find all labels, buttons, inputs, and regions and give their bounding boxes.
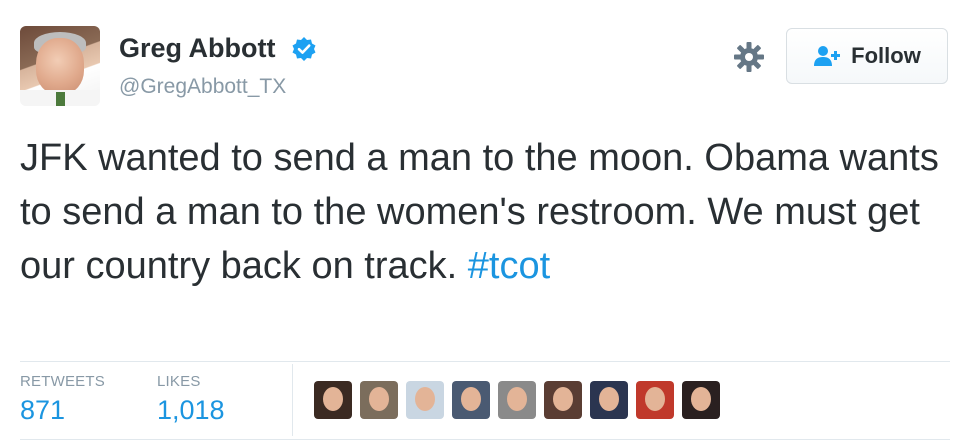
stats-divider-bottom xyxy=(20,439,950,440)
liker-avatar-1[interactable] xyxy=(314,381,352,419)
liker-avatar-7[interactable] xyxy=(590,381,628,419)
liker-face xyxy=(323,387,343,411)
liker-avatar-2[interactable] xyxy=(360,381,398,419)
liker-avatar-3[interactable] xyxy=(406,381,444,419)
stats-divider-top xyxy=(20,361,950,362)
avatar-tie xyxy=(56,92,65,106)
stats-separator xyxy=(292,364,293,436)
follow-button[interactable]: Follow xyxy=(786,28,948,84)
author-avatar[interactable] xyxy=(20,26,100,106)
liker-face xyxy=(691,387,711,411)
liker-avatar-5[interactable] xyxy=(498,381,536,419)
liker-face xyxy=(507,387,527,411)
add-user-icon xyxy=(814,46,841,66)
tweet-card: Greg Abbott @GregAbbott_TX Follow JFK wa… xyxy=(0,0,980,442)
liker-face xyxy=(369,387,389,411)
liker-avatar-9[interactable] xyxy=(682,381,720,419)
likes-count: 1,018 xyxy=(157,395,225,425)
retweets-stat[interactable]: RETWEETS 871 xyxy=(20,373,105,426)
author-name[interactable]: Greg Abbott xyxy=(119,33,275,64)
liker-avatar-8[interactable] xyxy=(636,381,674,419)
gear-icon[interactable] xyxy=(733,41,765,73)
retweets-count: 871 xyxy=(20,395,66,425)
follow-button-label: Follow xyxy=(851,43,921,68)
retweets-label: RETWEETS xyxy=(20,373,105,390)
hashtag-link[interactable]: #tcot xyxy=(468,245,550,287)
liker-avatars xyxy=(314,381,720,419)
likes-label: LIKES xyxy=(157,373,201,390)
liker-face xyxy=(461,387,481,411)
liker-face xyxy=(645,387,665,411)
liker-face xyxy=(553,387,573,411)
tweet-text: JFK wanted to send a man to the moon. Ob… xyxy=(20,131,950,293)
author-handle[interactable]: @GregAbbott_TX xyxy=(119,75,286,99)
liker-avatar-4[interactable] xyxy=(452,381,490,419)
likes-stat[interactable]: LIKES 1,018 xyxy=(157,373,225,426)
avatar-face xyxy=(36,38,84,94)
liker-face xyxy=(415,387,435,411)
verified-badge-icon xyxy=(292,37,316,61)
liker-face xyxy=(599,387,619,411)
liker-avatar-6[interactable] xyxy=(544,381,582,419)
